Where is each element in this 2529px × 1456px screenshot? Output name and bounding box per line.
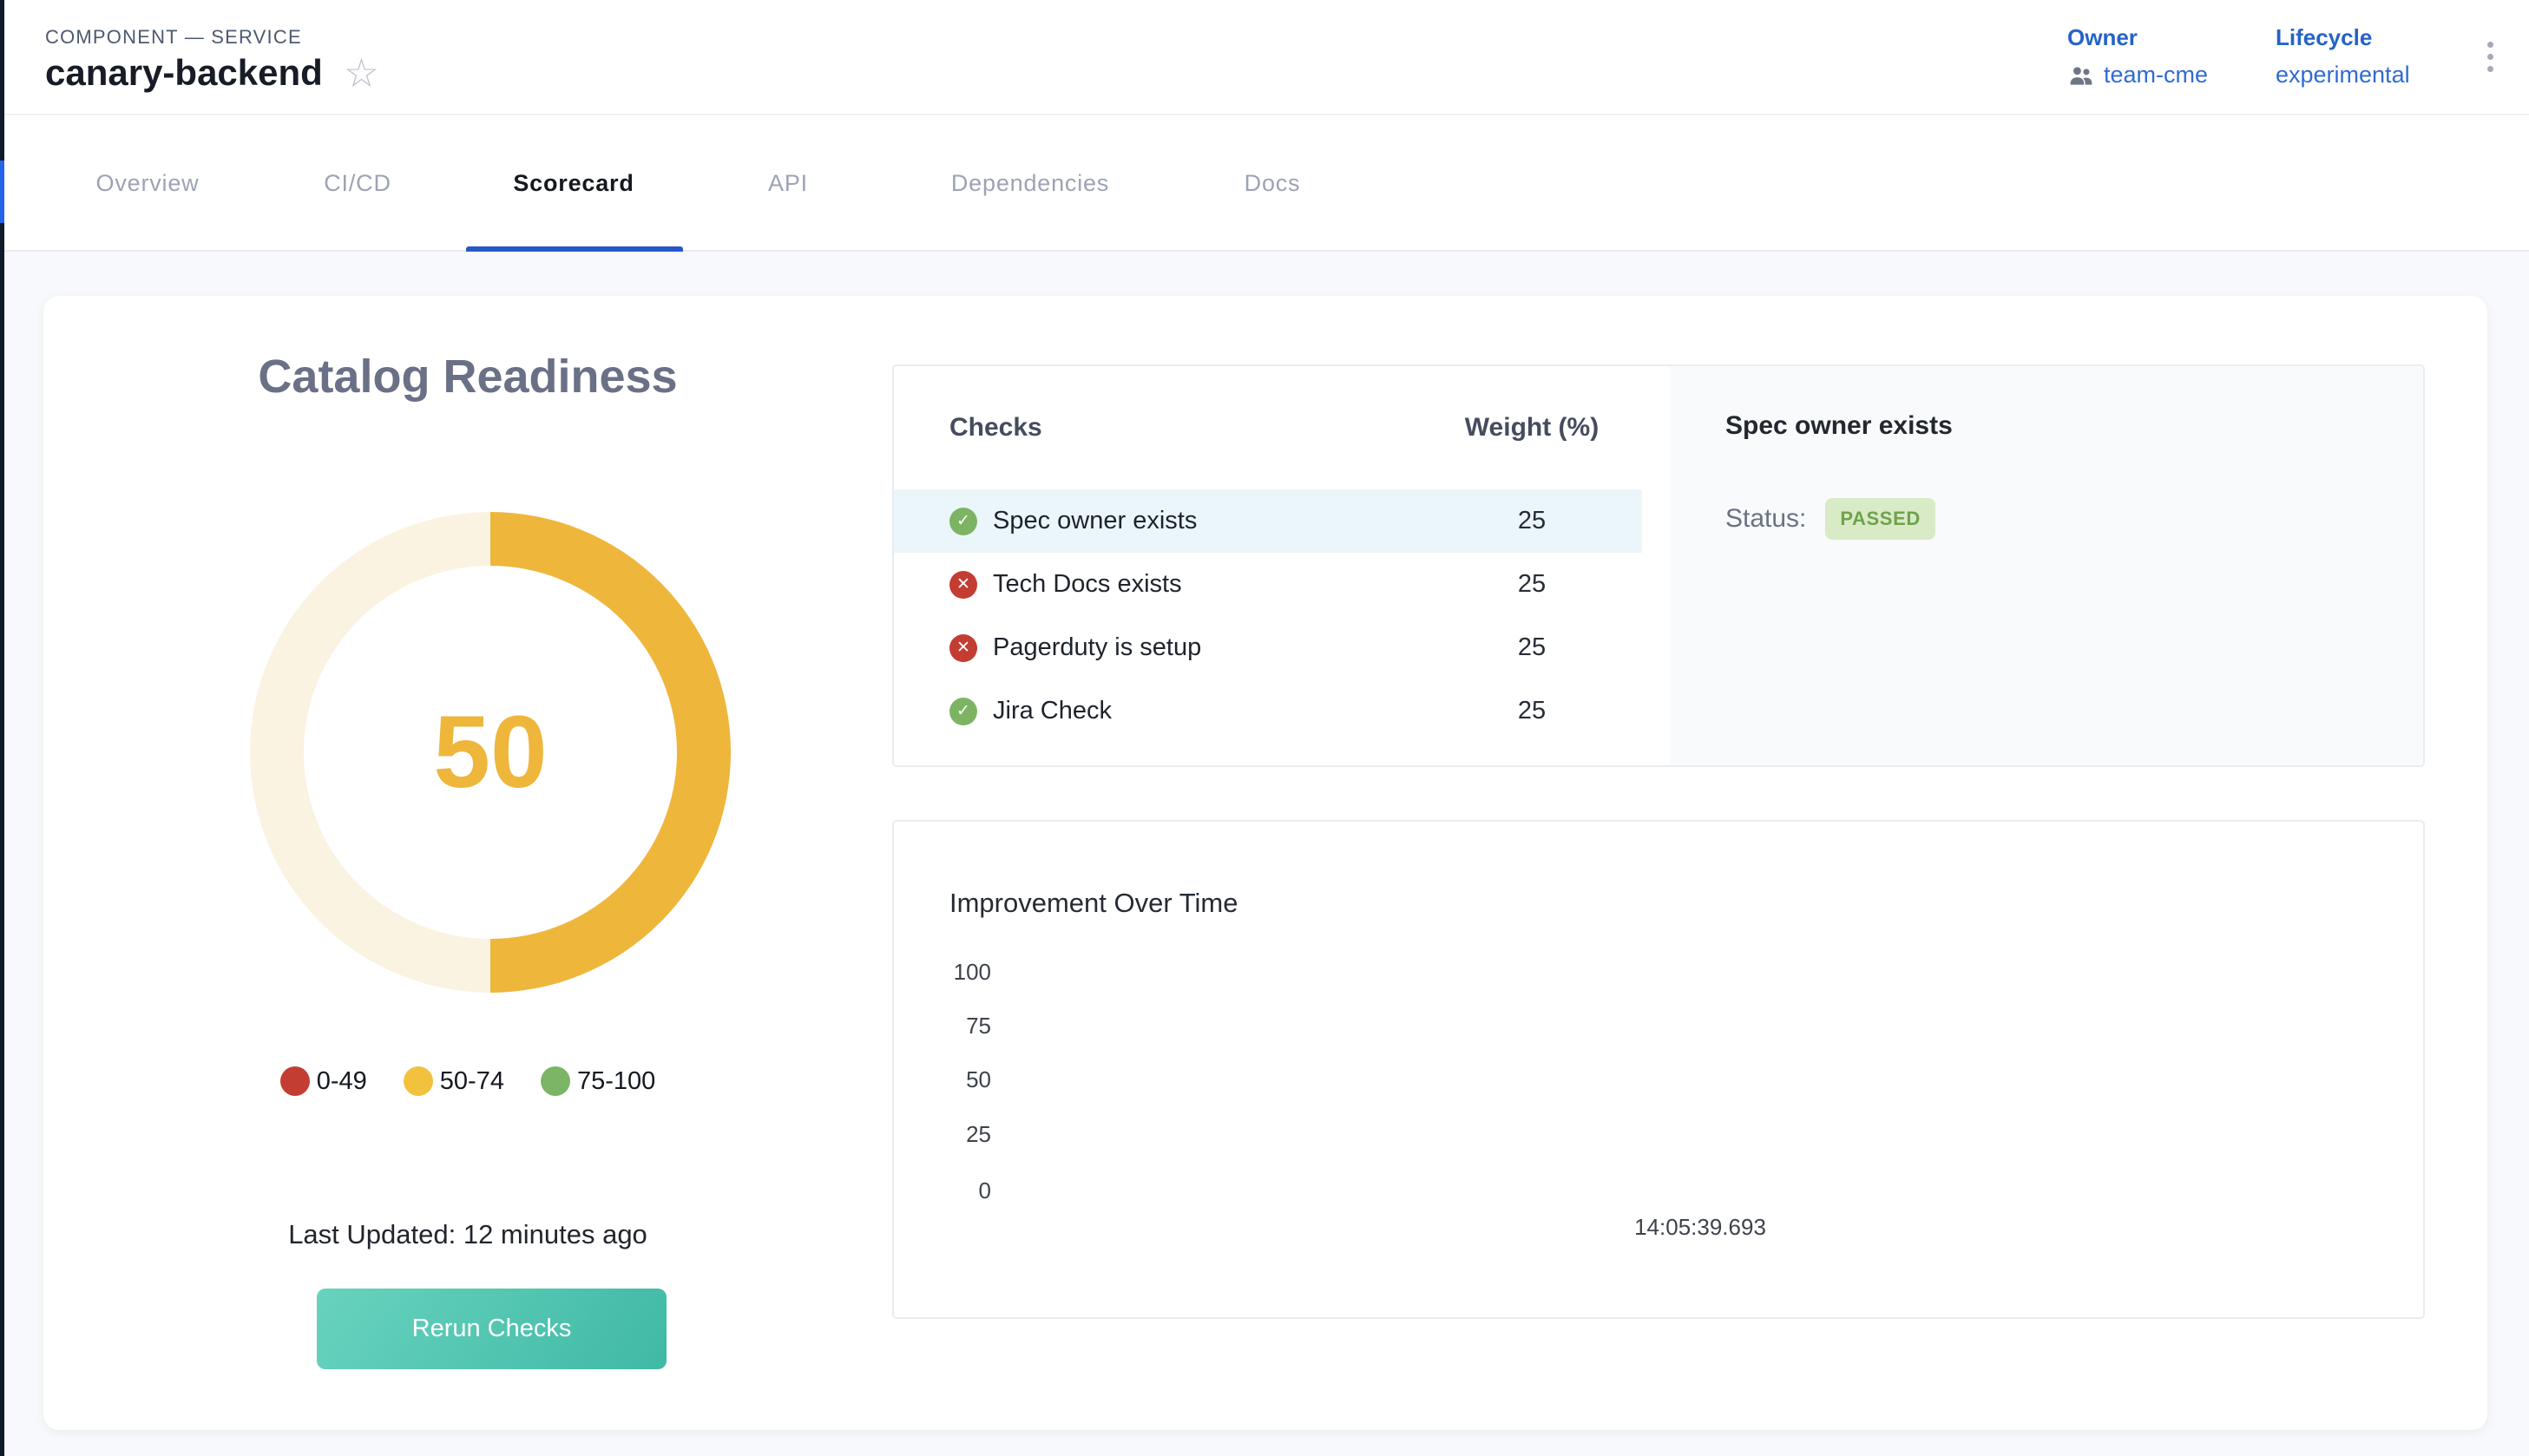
checks-column-header: Checks xyxy=(949,413,1462,443)
nav-rail-active-indicator xyxy=(0,161,4,223)
owner-link[interactable]: team-cme xyxy=(2104,62,2208,89)
lifecycle-label: Lifecycle xyxy=(2276,24,2410,51)
check-row-weight: 25 xyxy=(1462,697,1601,725)
lifecycle-value[interactable]: experimental xyxy=(2276,62,2410,89)
check-row-label: Pagerduty is setup xyxy=(993,633,1447,662)
check-row-weight: 25 xyxy=(1462,507,1601,535)
check-status-row: Status: PASSED xyxy=(1725,498,2388,540)
improvement-chart-title: Improvement Over Time xyxy=(949,888,1238,919)
tab-dependencies[interactable]: Dependencies xyxy=(951,115,1109,252)
y-axis-tick: 50 xyxy=(911,1066,991,1092)
tab-overview[interactable]: Overview xyxy=(96,115,200,252)
entity-header: COMPONENT — SERVICE canary-backend ☆ Own… xyxy=(0,0,2529,115)
x-axis-tick: 14:05:39.693 xyxy=(1613,1214,1787,1241)
check-row-label: Spec owner exists xyxy=(993,507,1447,535)
legend-item-high: 75-100 xyxy=(541,1066,655,1096)
star-icon[interactable]: ☆ xyxy=(344,53,379,93)
title-row: canary-backend ☆ xyxy=(45,52,379,94)
rerun-checks-button[interactable]: Rerun Checks xyxy=(317,1289,667,1369)
status-badge: PASSED xyxy=(1825,498,1935,540)
tab-scorecard[interactable]: Scorecard xyxy=(513,115,634,252)
check-row-pagerduty[interactable]: Pagerduty is setup 25 xyxy=(894,616,1670,679)
legend-dot-green xyxy=(541,1066,570,1096)
owner-label: Owner xyxy=(2067,24,2208,51)
check-pass-icon xyxy=(949,698,977,725)
legend-item-low: 0-49 xyxy=(280,1066,367,1096)
tab-docs[interactable]: Docs xyxy=(1245,115,1301,252)
check-row-label: Jira Check xyxy=(993,697,1447,725)
page-title: canary-backend xyxy=(45,52,323,94)
lifecycle-block: Lifecycle experimental xyxy=(2276,24,2410,89)
score-legend: 0-49 50-74 75-100 xyxy=(43,1066,892,1096)
breadcrumb: COMPONENT — SERVICE xyxy=(45,26,302,49)
team-icon xyxy=(2067,64,2095,87)
improvement-chart-card: Improvement Over Time 100 75 50 25 0 14:… xyxy=(892,820,2425,1319)
scorecard-panel: Catalog Readiness 50 0-49 50-74 75-100 L… xyxy=(43,296,2487,1430)
checks-card: Checks Weight (%) Spec owner exists 25 T… xyxy=(892,364,2425,767)
check-fail-icon xyxy=(949,634,977,662)
legend-label: 75-100 xyxy=(577,1067,655,1096)
legend-label: 50-74 xyxy=(440,1067,504,1096)
kebab-menu-icon[interactable] xyxy=(2484,38,2497,75)
legend-dot-yellow xyxy=(404,1066,433,1096)
weight-column-header: Weight (%) xyxy=(1462,413,1601,443)
legend-item-mid: 50-74 xyxy=(404,1066,504,1096)
score-gauge-hole: 50 xyxy=(304,566,677,939)
score-value: 50 xyxy=(433,693,547,811)
check-row-spec-owner[interactable]: Spec owner exists 25 xyxy=(894,489,1642,553)
check-row-tech-docs[interactable]: Tech Docs exists 25 xyxy=(894,553,1670,616)
legend-dot-red xyxy=(280,1066,310,1096)
score-gauge: 50 xyxy=(250,512,731,993)
tab-bar: Overview CI/CD Scorecard API Dependencie… xyxy=(0,115,2529,252)
status-label: Status: xyxy=(1725,504,1806,534)
last-updated-text: Last Updated: 12 minutes ago xyxy=(43,1219,892,1250)
tab-cicd[interactable]: CI/CD xyxy=(324,115,391,252)
check-detail-panel: Spec owner exists Status: PASSED xyxy=(1670,366,2423,765)
legend-label: 0-49 xyxy=(317,1067,367,1096)
check-fail-icon xyxy=(949,571,977,599)
y-axis-tick: 100 xyxy=(911,959,991,985)
check-row-weight: 25 xyxy=(1462,633,1601,662)
y-axis-tick: 25 xyxy=(911,1121,991,1147)
active-tab-underline xyxy=(466,246,683,252)
y-axis-tick: 0 xyxy=(911,1177,991,1203)
tab-api[interactable]: API xyxy=(768,115,808,252)
checks-table-header: Checks Weight (%) xyxy=(894,366,1670,489)
nav-rail xyxy=(0,0,4,1456)
owner-block: Owner team-cme xyxy=(2067,24,2208,89)
check-pass-icon xyxy=(949,508,977,535)
check-row-jira[interactable]: Jira Check 25 xyxy=(894,679,1670,743)
check-detail-title: Spec owner exists xyxy=(1725,411,2388,441)
check-row-weight: 25 xyxy=(1462,570,1601,599)
y-axis-tick: 75 xyxy=(911,1013,991,1039)
checks-table: Checks Weight (%) Spec owner exists 25 T… xyxy=(894,366,1670,765)
check-row-label: Tech Docs exists xyxy=(993,570,1447,599)
scorecard-title: Catalog Readiness xyxy=(43,350,892,403)
